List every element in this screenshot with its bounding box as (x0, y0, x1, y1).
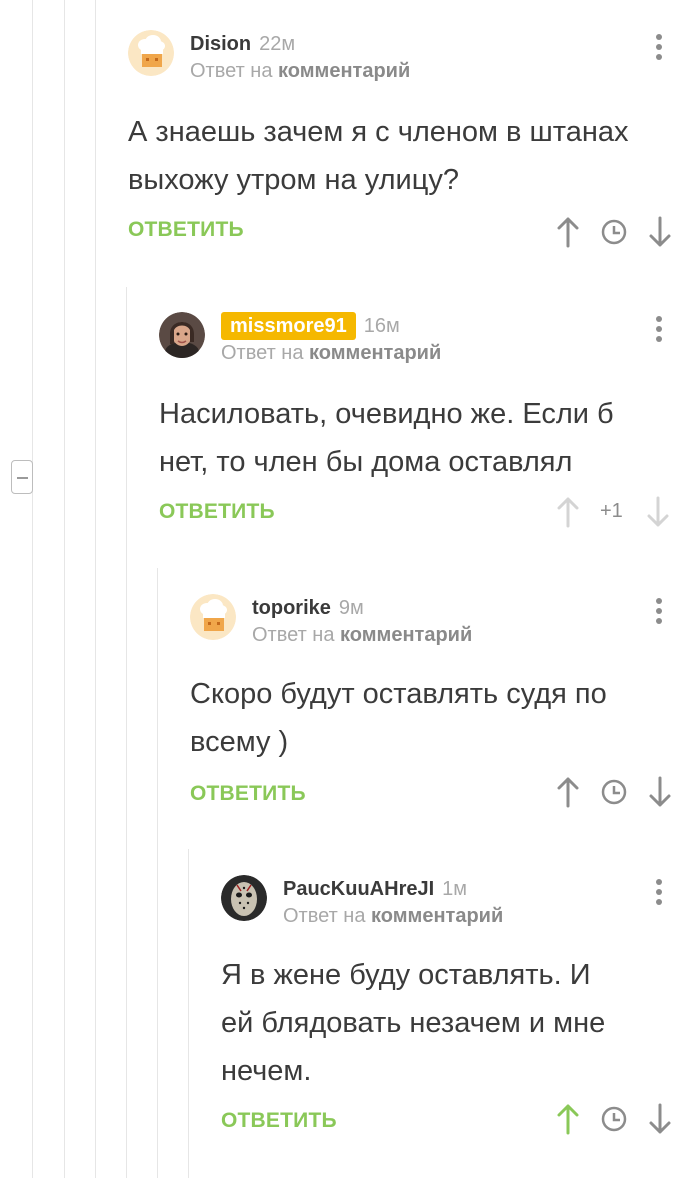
more-options-icon[interactable] (654, 316, 664, 346)
comment-text: Скоро будут оставлять судя по всему ) (190, 678, 607, 758)
thread-line (64, 0, 65, 1178)
thread-line (188, 849, 189, 1178)
comment-text: А знаешь зачем я с членом в штанах выхож… (128, 116, 629, 196)
chef-hat-avatar-icon[interactable] (190, 594, 236, 640)
thread-line (126, 287, 127, 1178)
reply-button[interactable]: ОТВЕТИТЬ (190, 782, 306, 806)
reply-to-link[interactable]: комментарий (278, 60, 410, 82)
comment-text: Я в жене буду оставлять. И ей блядовать … (221, 959, 606, 1087)
user-photo-avatar[interactable] (159, 312, 205, 358)
comment-time: 22м (259, 33, 296, 55)
chef-hat-avatar-icon[interactable] (128, 30, 174, 76)
clock-icon[interactable] (600, 778, 628, 806)
upvote-arrow-icon[interactable] (556, 216, 580, 248)
reply-button[interactable]: ОТВЕТИТЬ (221, 1109, 337, 1133)
downvote-arrow-icon[interactable] (648, 216, 672, 248)
comment-time: 1м (442, 878, 468, 900)
comment-author[interactable]: toporike (252, 597, 331, 619)
reply-to-label: Ответ на комментарий (221, 342, 442, 364)
downvote-arrow-icon[interactable] (648, 1103, 672, 1135)
more-options-icon[interactable] (654, 879, 664, 909)
reply-button[interactable]: ОТВЕТИТЬ (128, 218, 244, 242)
downvote-arrow-icon[interactable] (648, 776, 672, 808)
upvote-arrow-icon[interactable] (556, 496, 580, 528)
reply-to-label: Ответ на комментарий (283, 905, 504, 927)
upvote-arrow-icon[interactable] (556, 1103, 580, 1135)
collapse-thread-button[interactable] (11, 460, 33, 494)
comment: PaucKuuAHreJI 1м Ответ на комментарий Я в… (221, 871, 690, 1151)
comment: Dision 22м Ответ на комментарий А знаешь … (128, 26, 690, 266)
comment: toporike 9м Ответ на комментарий Скоро бу… (190, 590, 690, 830)
more-options-icon[interactable] (654, 598, 664, 628)
comment-author[interactable]: Dision (190, 33, 251, 55)
comment-text: Насиловать, очевидно же. Если б нет, то … (159, 398, 614, 478)
reply-to-label: Ответ на комментарий (190, 60, 411, 82)
comment-author[interactable]: PaucKuuAHreJI (283, 878, 434, 900)
reply-to-link[interactable]: комментарий (309, 342, 441, 364)
clock-icon[interactable] (600, 1105, 628, 1133)
reply-to-link[interactable]: комментарий (371, 905, 503, 927)
upvote-arrow-icon[interactable] (556, 776, 580, 808)
reply-to-label: Ответ на комментарий (252, 624, 473, 646)
comment-author[interactable]: missmore91 (221, 312, 356, 340)
reply-to-link[interactable]: комментарий (340, 624, 472, 646)
thread-line (32, 0, 33, 1178)
comment-time: 16м (363, 315, 400, 337)
hockey-mask-avatar[interactable] (221, 875, 267, 921)
more-options-icon[interactable] (654, 34, 664, 64)
thread-line (95, 0, 96, 1178)
comment-rating: +1 (600, 500, 623, 522)
reply-button[interactable]: ОТВЕТИТЬ (159, 500, 275, 524)
comment: missmore91 16м Ответ на комментарий Насил… (159, 308, 690, 548)
thread-line (157, 568, 158, 1178)
comment-thread: Dision 22м Ответ на комментарий А знаешь … (0, 0, 700, 1178)
downvote-arrow-icon[interactable] (646, 496, 670, 528)
comment-time: 9м (338, 597, 364, 619)
clock-icon[interactable] (600, 218, 628, 246)
